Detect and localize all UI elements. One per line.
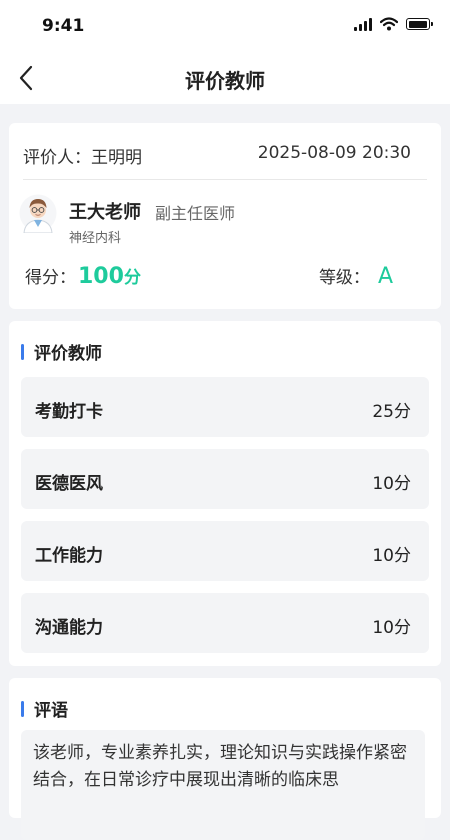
score-item-value: 10分 bbox=[372, 474, 411, 494]
section-title: 评价教师 bbox=[34, 344, 102, 364]
score-item-communication[interactable]: 沟通能力 10分 bbox=[21, 593, 429, 653]
status-icons bbox=[354, 17, 433, 31]
score-value: 100 bbox=[78, 264, 124, 289]
grade-label: 等级： bbox=[318, 268, 370, 288]
score-item-value: 10分 bbox=[372, 618, 411, 638]
evaluator-label: 评价人： bbox=[23, 148, 91, 168]
score-item-label: 沟通能力 bbox=[35, 618, 103, 638]
teacher-name: 王大老师 bbox=[69, 202, 141, 223]
comment-card: 评语 该老师，专业素养扎实，理论知识与实践操作紧密结合，在日常诊疗中展现出清晰的… bbox=[9, 678, 441, 840]
wifi-icon bbox=[380, 17, 398, 31]
section-header: 评价教师 bbox=[21, 339, 102, 364]
grade-value: A bbox=[377, 264, 393, 289]
score-item-work-ability[interactable]: 工作能力 10分 bbox=[21, 521, 429, 581]
evaluation-datetime: 2025-08-09 20:30 bbox=[257, 143, 411, 163]
teacher-info-card: 评价人：王明明 2025-08-09 20:30 王大老师 副主任医师 神经内科… bbox=[9, 123, 441, 309]
doctor-avatar-icon bbox=[19, 194, 57, 233]
comment-text: 该老师，专业素养扎实，理论知识与实践操作紧密结合，在日常诊疗中展现出清晰的临床思 bbox=[21, 730, 425, 840]
score-item-ethics[interactable]: 医德医风 10分 bbox=[21, 449, 429, 509]
grade: 等级： A bbox=[319, 263, 393, 289]
score-unit: 分 bbox=[123, 268, 141, 288]
score-item-label: 工作能力 bbox=[35, 546, 103, 566]
score-item-value: 10分 bbox=[372, 546, 411, 566]
status-bar: 9:41 bbox=[0, 0, 450, 52]
score-item-attendance[interactable]: 考勤打卡 25分 bbox=[21, 377, 429, 437]
section-title: 评语 bbox=[34, 701, 68, 721]
nav-bar: 评价教师 bbox=[0, 52, 450, 104]
score-item-label: 考勤打卡 bbox=[35, 402, 103, 422]
section-accent-bar bbox=[21, 343, 24, 360]
section-header: 评语 bbox=[21, 696, 68, 721]
signal-icon bbox=[354, 17, 372, 31]
divider bbox=[23, 179, 427, 180]
battery-icon bbox=[406, 18, 433, 30]
evaluator: 评价人：王明明 bbox=[23, 143, 142, 168]
score-item-value: 25分 bbox=[372, 402, 411, 422]
score-label: 得分： bbox=[25, 268, 76, 288]
evaluator-row: 评价人：王明明 2025-08-09 20:30 bbox=[23, 143, 411, 168]
page-title: 评价教师 bbox=[185, 69, 265, 93]
score-item-label: 医德医风 bbox=[35, 474, 103, 494]
teacher-department: 神经内科 bbox=[69, 231, 122, 246]
evaluator-name: 王明明 bbox=[91, 148, 142, 168]
section-accent-bar bbox=[21, 700, 24, 717]
evaluation-scores-card: 评价教师 考勤打卡 25分 医德医风 10分 工作能力 10分 沟通能力 10分 bbox=[9, 321, 441, 666]
teacher-title: 副主任医师 bbox=[155, 204, 236, 223]
status-time: 9:41 bbox=[42, 16, 85, 36]
total-score: 得分： 100 分 bbox=[25, 263, 141, 289]
